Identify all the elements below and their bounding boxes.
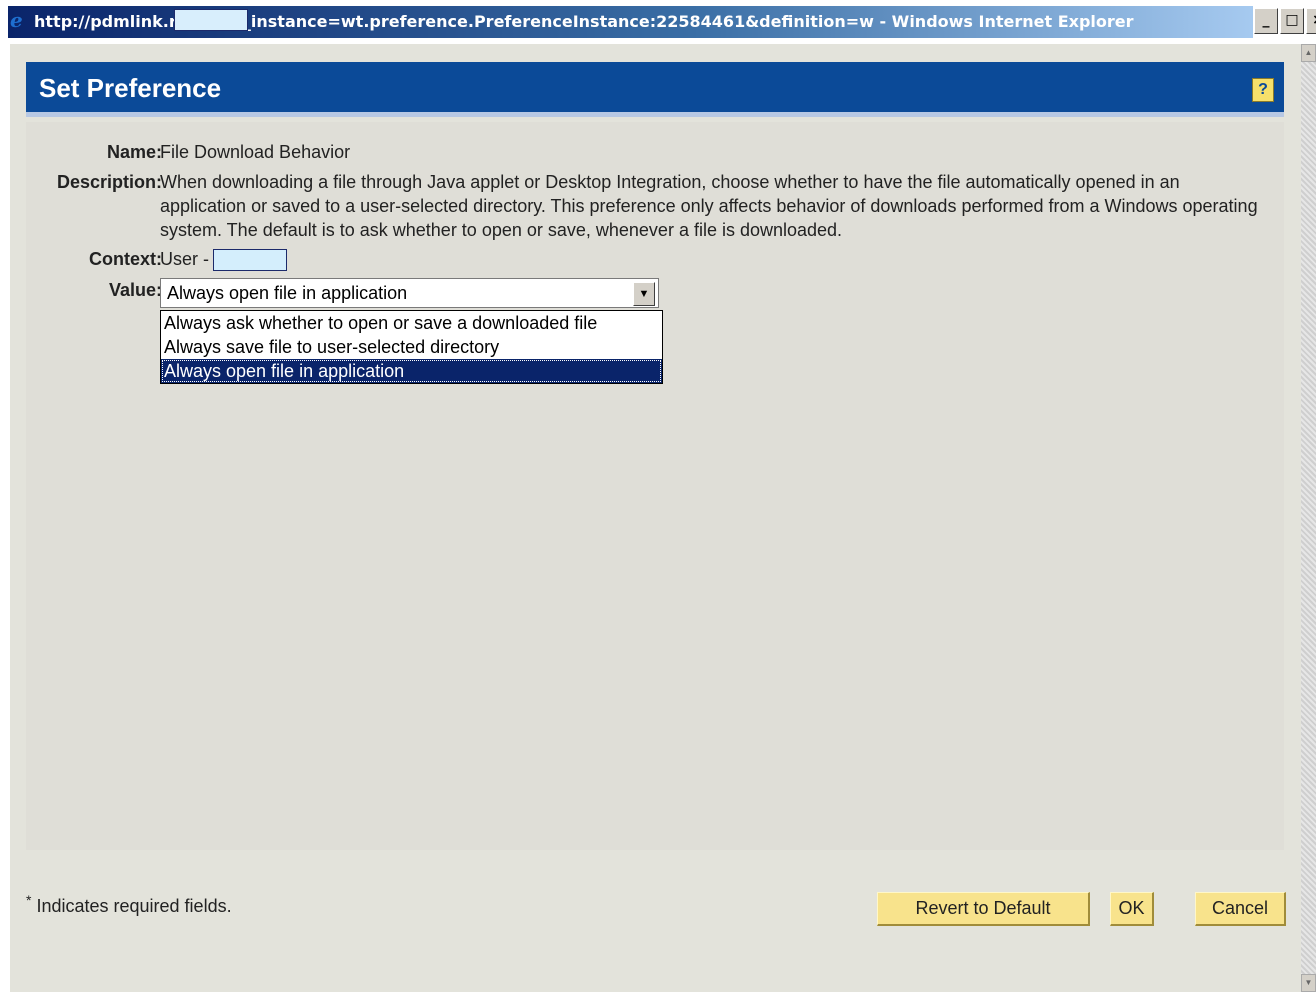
context-value: User - <box>160 249 209 269</box>
value-label: Value: <box>108 280 162 300</box>
page-title: Set Preference <box>39 73 222 103</box>
window-titlebar: e http://pdmlink.r n/?this_instance=wt.p… <box>0 0 1316 44</box>
redacted-username <box>213 249 287 272</box>
content-panel: Name: File Download Behavior Description… <box>26 122 1284 850</box>
vertical-scrollbar[interactable] <box>1301 44 1316 992</box>
description-label: Description: <box>56 172 162 192</box>
window-controls: _ □ × <box>1254 8 1316 36</box>
dropdown-option-save[interactable]: Always save file to user-selected direct… <box>161 335 662 359</box>
selected-value: Always open file in application <box>167 283 408 303</box>
dropdown-option-ask[interactable]: Always ask whether to open or save a dow… <box>161 311 662 335</box>
required-asterisk: * <box>26 892 32 908</box>
chevron-down-icon[interactable]: ▼ <box>633 282 655 306</box>
required-note-text: Indicates required fields. <box>36 896 232 916</box>
redacted-url-segment <box>174 9 248 31</box>
description-value: When downloading a file through Java app… <box>160 172 1258 240</box>
name-value: File Download Behavior <box>160 142 351 162</box>
value-select[interactable]: Always open file in application ▼ <box>160 278 659 308</box>
context-label: Context: <box>89 249 162 269</box>
help-icon[interactable]: ? <box>1252 78 1274 102</box>
minimize-button[interactable]: _ <box>1254 8 1278 34</box>
header-bar: Set Preference ? <box>26 62 1284 117</box>
revert-to-default-button[interactable]: Revert to Default <box>877 892 1090 926</box>
ie-icon: e <box>10 8 23 32</box>
value-dropdown-list: Always ask whether to open or save a dow… <box>160 310 663 384</box>
maximize-button[interactable]: □ <box>1280 8 1304 34</box>
context-value-row: User - <box>160 247 287 272</box>
scroll-up-icon[interactable]: ▲ <box>1301 44 1316 62</box>
required-fields-note: * Indicates required fields. <box>26 892 232 917</box>
page-area: Set Preference ? Name: File Download Beh… <box>10 44 1301 992</box>
scroll-down-icon[interactable]: ▼ <box>1301 974 1316 992</box>
close-button[interactable]: × <box>1306 8 1316 34</box>
cancel-button[interactable]: Cancel <box>1195 892 1286 926</box>
ok-button[interactable]: OK <box>1110 892 1154 926</box>
dropdown-option-open[interactable]: Always open file in application <box>161 359 662 383</box>
name-label: Name: <box>106 142 162 162</box>
